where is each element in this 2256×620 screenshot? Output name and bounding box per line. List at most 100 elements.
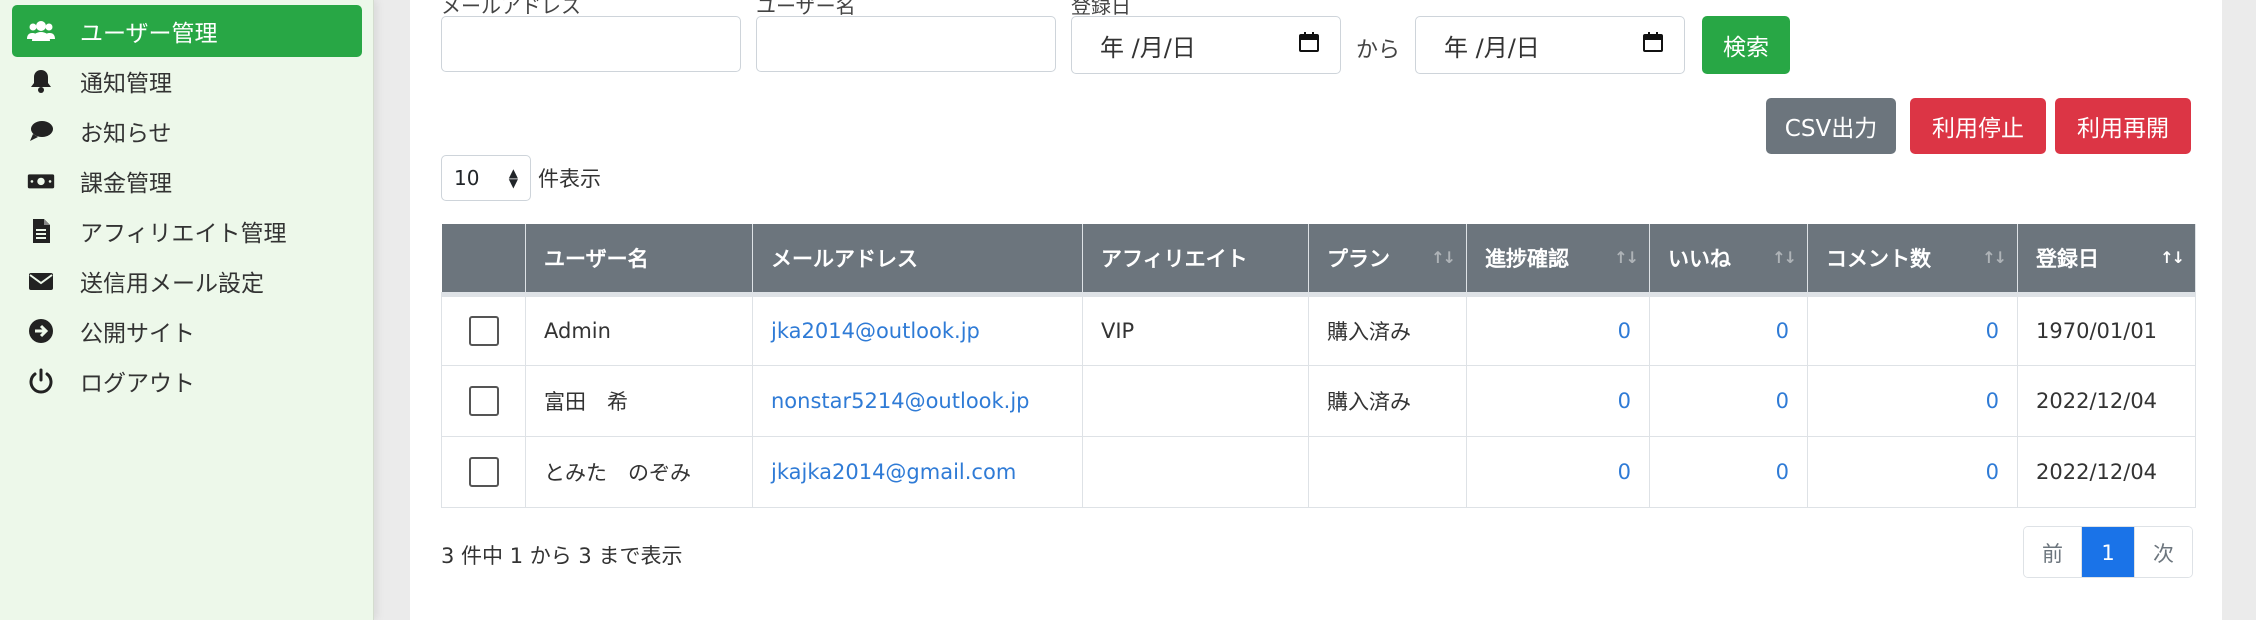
cell-registered: 1970/01/01 [2017, 291, 2196, 366]
main-panel: メールアドレス ユーザー名 登録日 年 /月/日 から 年 /月/日 検索 CS… [410, 0, 2222, 620]
calendar-icon[interactable] [1298, 31, 1320, 59]
header-label: プラン [1327, 246, 1390, 271]
cell-likes-link[interactable]: 0 [1649, 364, 1808, 437]
cell-username: とみた のぞみ [525, 435, 753, 508]
users-table: ユーザー名 メールアドレス アフィリエイト プラン ↑↓ 進捗確認 ↑↓ いいね ↑↓… [441, 224, 2196, 508]
sort-icon: ↑↓ [1431, 248, 1456, 267]
row-select-cell [441, 364, 526, 437]
cell-plan: 購入済み [1308, 291, 1467, 366]
page-size-caption: 件表示 [538, 167, 601, 191]
header-progress[interactable]: 進捗確認 ↑↓ [1466, 224, 1650, 294]
pagination-prev[interactable]: 前 [2024, 527, 2082, 577]
header-label: メールアドレス [771, 246, 918, 271]
select-arrows-icon: ▲ ▼ [508, 166, 518, 190]
pagination: 前 1 次 [2023, 526, 2193, 578]
cell-likes-link[interactable]: 0 [1649, 291, 1808, 366]
cell-affiliate [1082, 364, 1309, 437]
cell-username: Admin [525, 291, 753, 366]
cell-progress-link[interactable]: 0 [1466, 291, 1650, 366]
header-likes[interactable]: いいね ↑↓ [1649, 224, 1808, 294]
cell-email-link[interactable]: jkajka2014@gmail.com [752, 435, 1083, 508]
sidebar-item-logout[interactable]: ログアウト [12, 356, 362, 406]
sort-icon: ↑↓ [1772, 248, 1797, 267]
sidebar-item-label: お知らせ [80, 121, 172, 147]
date-from-placeholder: 年 /月/日 [1100, 33, 1196, 62]
cell-registered: 2022/12/04 [2017, 364, 2196, 437]
page-size-value: 10 [454, 166, 480, 190]
cell-likes-link[interactable]: 0 [1649, 435, 1808, 508]
cell-comments-link[interactable]: 0 [1807, 364, 2018, 437]
row-select-cell [441, 435, 526, 508]
sidebar-item-mail-settings[interactable]: 送信用メール設定 [12, 256, 362, 306]
username-filter-input[interactable] [756, 16, 1056, 72]
suspend-button[interactable]: 利用停止 [1910, 98, 2046, 154]
sort-icon: ↑↓ [1614, 248, 1639, 267]
cell-comments-link[interactable]: 0 [1807, 291, 2018, 366]
cell-comments-link[interactable]: 0 [1807, 435, 2018, 508]
row-select-cell [441, 291, 526, 366]
table-row: とみた のぞみ jkajka2014@gmail.com 0 0 0 2022/… [441, 435, 2196, 508]
date-range-separator: から [1356, 38, 1401, 63]
date-to-placeholder: 年 /月/日 [1444, 33, 1540, 62]
header-registered[interactable]: 登録日 ↑↓ [2017, 224, 2196, 294]
sort-ascending-icon: ↑↓ [2160, 248, 2185, 267]
sidebar-item-label: 通知管理 [80, 71, 172, 97]
header-label: コメント数 [1826, 246, 1931, 271]
date-to-input[interactable]: 年 /月/日 [1415, 16, 1685, 74]
sidebar-item-label: 公開サイト [80, 321, 195, 347]
calendar-icon[interactable] [1642, 31, 1664, 59]
sidebar-item-label: 課金管理 [80, 171, 172, 197]
sidebar-item-public-site[interactable]: 公開サイト [12, 306, 362, 356]
table-header-row: ユーザー名 メールアドレス アフィリエイト プラン ↑↓ 進捗確認 ↑↓ いいね ↑↓… [441, 224, 2196, 294]
sidebar: ユーザー管理 通知管理 お知らせ 課金管理 アフィリエイト管理 送信用メール設定 [0, 0, 374, 620]
table-row: 富田 希 nonstar5214@outlook.jp 購入済み 0 0 0 2… [441, 364, 2196, 437]
pagination-next[interactable]: 次 [2134, 527, 2192, 577]
header-label: 登録日 [2036, 246, 2099, 271]
table-row: Admin jka2014@outlook.jp VIP 購入済み 0 0 0 … [441, 291, 2196, 366]
row-checkbox[interactable] [468, 456, 499, 487]
bell-icon [24, 67, 58, 95]
sidebar-item-notifications[interactable]: 通知管理 [12, 56, 362, 106]
sidebar-item-label: ユーザー管理 [80, 21, 218, 47]
page-size-select[interactable]: 10 ▲ ▼ [441, 155, 531, 201]
cell-email-link[interactable]: nonstar5214@outlook.jp [752, 364, 1083, 437]
power-icon [24, 367, 58, 395]
header-affiliate[interactable]: アフィリエイト [1082, 224, 1309, 294]
money-icon [24, 167, 58, 195]
cell-plan [1308, 435, 1467, 508]
cell-username: 富田 希 [525, 364, 753, 437]
search-button[interactable]: 検索 [1702, 16, 1790, 74]
sort-icon: ↑↓ [1982, 248, 2007, 267]
row-checkbox[interactable] [468, 385, 499, 416]
cell-affiliate: VIP [1082, 291, 1309, 366]
header-comments[interactable]: コメント数 ↑↓ [1807, 224, 2018, 294]
sidebar-item-users[interactable]: ユーザー管理 [12, 5, 362, 57]
resume-button[interactable]: 利用再開 [2055, 98, 2191, 154]
date-from-input[interactable]: 年 /月/日 [1071, 16, 1341, 74]
document-icon [24, 217, 58, 245]
cell-email-link[interactable]: jka2014@outlook.jp [752, 291, 1083, 366]
header-label: アフィリエイト [1101, 246, 1248, 271]
pagination-page-1[interactable]: 1 [2082, 527, 2134, 577]
header-label: いいね [1668, 246, 1731, 271]
comment-icon [24, 117, 58, 145]
csv-export-button[interactable]: CSV出力 [1766, 98, 1896, 154]
header-email[interactable]: メールアドレス [752, 224, 1083, 294]
cell-progress-link[interactable]: 0 [1466, 364, 1650, 437]
sidebar-item-label: ログアウト [80, 371, 195, 397]
sidebar-item-news[interactable]: お知らせ [12, 106, 362, 156]
cell-affiliate [1082, 435, 1309, 508]
row-checkbox[interactable] [468, 315, 499, 346]
sidebar-item-affiliate[interactable]: アフィリエイト管理 [12, 206, 362, 256]
sidebar-item-label: アフィリエイト管理 [80, 221, 287, 247]
table-summary: 3 件中 1 から 3 まで表示 [441, 544, 683, 568]
email-filter-input[interactable] [441, 16, 741, 72]
cell-progress-link[interactable]: 0 [1466, 435, 1650, 508]
sidebar-item-billing[interactable]: 課金管理 [12, 156, 362, 206]
header-label: 進捗確認 [1485, 246, 1569, 271]
header-username[interactable]: ユーザー名 [525, 224, 753, 294]
header-label: ユーザー名 [544, 246, 649, 271]
header-plan[interactable]: プラン ↑↓ [1308, 224, 1467, 294]
arrow-circle-icon [24, 317, 58, 345]
users-icon [24, 17, 58, 45]
